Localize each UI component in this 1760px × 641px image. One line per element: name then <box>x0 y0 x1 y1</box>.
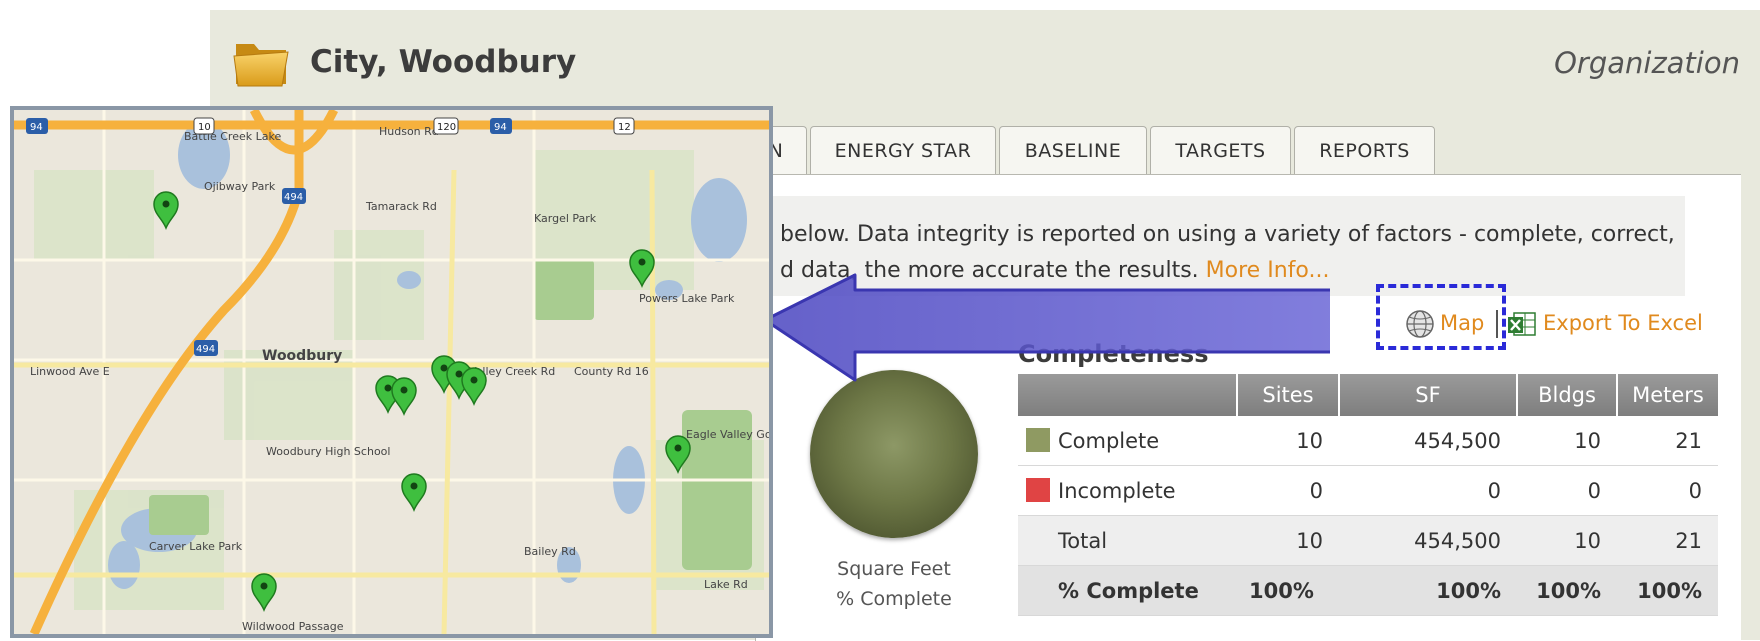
svg-text:94: 94 <box>494 122 507 133</box>
tab-energy-star[interactable]: ENERGY STAR <box>810 126 996 174</box>
cell-sites: 100% <box>1237 565 1339 616</box>
map-label-wildwood: Wildwood Passage <box>242 620 344 633</box>
table-row: Complete 10 454,500 10 21 <box>1018 416 1718 466</box>
cell-sf: 454,500 <box>1339 416 1517 466</box>
cell-bldgs: 10 <box>1517 515 1617 566</box>
map-label-eagle-valley: Eagle Valley Golf Course <box>686 428 769 441</box>
tab-reports[interactable]: REPORTS <box>1294 126 1435 174</box>
tab-targets[interactable]: TARGETS <box>1150 126 1291 174</box>
map-label-woodbury: Woodbury <box>262 348 342 364</box>
svg-text:12: 12 <box>618 122 631 133</box>
shield-494-icon-2: 494 <box>194 340 218 356</box>
svg-text:494: 494 <box>196 344 215 355</box>
row-label: Complete <box>1018 416 1237 466</box>
svg-text:494: 494 <box>284 192 303 203</box>
map-panel[interactable]: Woodbury Hudson Rd Valley Creek Rd Count… <box>10 106 773 638</box>
map-label-powers-lake: Powers Lake Park <box>639 292 735 305</box>
pie-label-line1: Square Feet <box>837 558 951 580</box>
cell-bldgs: 0 <box>1517 465 1617 516</box>
cell-meters: 21 <box>1617 515 1718 566</box>
map-highlight-box <box>1376 284 1506 350</box>
cell-sf: 100% <box>1339 565 1517 616</box>
cell-bldgs: 100% <box>1517 565 1617 616</box>
completeness-table: Sites SF Bldgs Meters Complete 10 454,50… <box>1018 374 1718 616</box>
map-label-tamarack: Tamarack Rd <box>365 200 437 213</box>
row-label: Total <box>1018 515 1237 566</box>
incomplete-swatch <box>1026 478 1050 502</box>
svg-text:94: 94 <box>30 122 43 133</box>
row-label: Incomplete <box>1018 465 1237 516</box>
shield-10-icon: 10 <box>193 117 215 135</box>
map-label-bailey-rd: Bailey Rd <box>524 545 576 558</box>
organization-label: Organization <box>1554 46 1740 80</box>
pie-label-line2: % Complete <box>836 588 952 610</box>
cell-meters: 21 <box>1617 416 1718 466</box>
cell-sf: 454,500 <box>1339 515 1517 566</box>
complete-swatch <box>1026 428 1050 452</box>
info-text-line1: below. Data integrity is reported on usi… <box>780 222 1675 247</box>
tab-baseline[interactable]: BASELINE <box>999 126 1147 174</box>
cell-sites: 10 <box>1237 515 1339 566</box>
svg-text:10: 10 <box>198 122 211 133</box>
map-label-ojibway: Ojibway Park <box>204 180 276 193</box>
cell-meters: 0 <box>1617 465 1718 516</box>
map-label-hudson-rd: Hudson Rd <box>379 125 439 138</box>
shield-120-icon: 120 <box>433 117 459 135</box>
map-label-lake-rd: Lake Rd <box>704 578 748 591</box>
table-row-total: Total 10 454,500 10 21 <box>1018 515 1718 566</box>
map-canvas[interactable]: Woodbury Hudson Rd Valley Creek Rd Count… <box>14 110 769 634</box>
completeness-pie <box>810 370 978 538</box>
page-title: City, Woodbury <box>310 44 577 80</box>
row-label: % Complete <box>1018 565 1237 616</box>
map-label-woodbury-high: Woodbury High School <box>266 445 390 458</box>
map-label-county-rd: County Rd 16 <box>574 365 649 378</box>
map-label-linwood: Linwood Ave E <box>30 365 110 378</box>
shield-94-icon-2: 94 <box>490 118 512 134</box>
column-header-meters: Meters <box>1616 374 1718 416</box>
cell-sf: 0 <box>1339 465 1517 516</box>
excel-icon[interactable] <box>1506 308 1538 340</box>
shield-94-icon: 94 <box>26 118 48 134</box>
cell-meters: 100% <box>1617 565 1718 616</box>
cell-bldgs: 10 <box>1517 416 1617 466</box>
column-header-sf: SF <box>1338 374 1517 416</box>
map-label-carver-lake: Carver Lake Park <box>149 540 243 553</box>
cell-sites: 10 <box>1237 416 1339 466</box>
column-header-bldgs: Bldgs <box>1516 374 1617 416</box>
shield-494-icon: 494 <box>282 188 306 204</box>
table-row-percent: % Complete 100% 100% 100% 100% <box>1018 565 1718 616</box>
table-row: Incomplete 0 0 0 0 <box>1018 465 1718 516</box>
pointer-arrow <box>763 273 1330 382</box>
shield-12-icon: 12 <box>613 117 635 135</box>
cell-sites: 0 <box>1237 465 1339 516</box>
export-excel-link[interactable]: Export To Excel <box>1543 311 1703 335</box>
folder-icon <box>233 44 289 87</box>
svg-text:120: 120 <box>437 122 456 133</box>
map-label-kargel-park: Kargel Park <box>534 212 597 225</box>
